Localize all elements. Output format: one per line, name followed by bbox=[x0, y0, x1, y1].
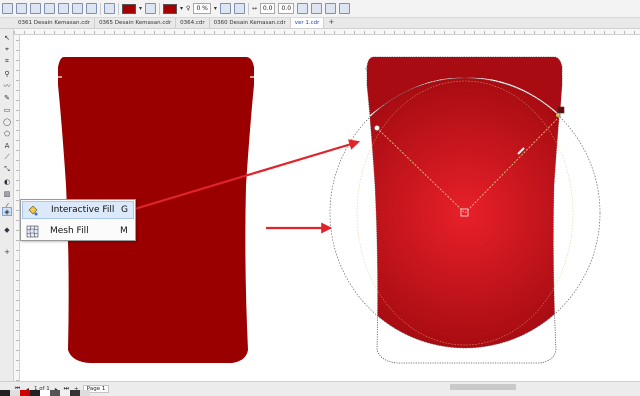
add-tab-button[interactable]: + bbox=[324, 18, 338, 28]
outline-width-field[interactable]: 0 % bbox=[193, 3, 211, 14]
interactive-fill-icon bbox=[25, 203, 41, 217]
pick-tool-icon[interactable]: ↖ bbox=[2, 33, 12, 42]
offset-arrow-icon: ↔ bbox=[251, 5, 257, 12]
linear-fill-icon[interactable] bbox=[16, 3, 27, 14]
fill-tool-flyout: Interactive Fill G Mesh Fill M bbox=[20, 199, 136, 241]
tab-document[interactable]: 0361 Desain Kemasan.cdr bbox=[14, 18, 96, 28]
y-offset-field[interactable]: 0.0 bbox=[278, 3, 295, 14]
tab-document[interactable]: 0364.cdr bbox=[176, 18, 210, 28]
texture-fill-icon[interactable] bbox=[86, 3, 97, 14]
flyout-item-interactive-fill[interactable]: Interactive Fill G bbox=[22, 201, 134, 219]
rectangle-tool-icon[interactable]: ▭ bbox=[2, 105, 12, 114]
gradient-end-handle[interactable] bbox=[557, 106, 565, 114]
flyout-item-shortcut: G bbox=[121, 205, 128, 215]
conical-fill-icon[interactable] bbox=[44, 3, 55, 14]
start-color-swatch[interactable] bbox=[122, 3, 136, 14]
gradient-color-node[interactable] bbox=[555, 112, 561, 118]
transparency-icon: ♀ bbox=[186, 5, 191, 12]
blend-tool-icon[interactable]: ◐ bbox=[2, 177, 12, 186]
property-bar: ▾ ▾ ♀ 0 % ▾ ↔ 0.0 0.0 bbox=[0, 0, 640, 18]
horizontal-scrollbar[interactable] bbox=[450, 384, 516, 390]
page-navigator: ⏮ ◂ 1 of 1 ▸ ⏭ + Page 1 bbox=[0, 381, 640, 396]
tab-document-active[interactable]: ver 1.cdr bbox=[290, 18, 325, 28]
flyout-item-label: Mesh Fill bbox=[50, 226, 89, 236]
radial-fill-icon[interactable] bbox=[30, 3, 41, 14]
shape-tool-icon[interactable]: ⌖ bbox=[2, 45, 12, 54]
add-tool-icon[interactable]: + bbox=[2, 247, 12, 256]
end-color-swatch[interactable] bbox=[163, 3, 178, 14]
square-fill-icon[interactable] bbox=[58, 3, 69, 14]
flyout-item-mesh-fill[interactable]: Mesh Fill M bbox=[22, 222, 134, 240]
separator bbox=[118, 2, 119, 15]
chevron-down-icon[interactable]: ▾ bbox=[180, 5, 183, 12]
interactive-fill-tool-icon[interactable]: ◈ bbox=[2, 207, 12, 216]
document-tabs: 0361 Desain Kemasan.cdr 0365 Desain Kema… bbox=[0, 18, 640, 29]
free-scale-icon[interactable] bbox=[297, 3, 309, 14]
text-tool-icon[interactable]: A bbox=[2, 141, 12, 150]
connector-tool-icon[interactable]: ⤡ bbox=[2, 165, 12, 174]
toolbox: ↖ ⌖ ⌗ ⚲ 〰 ✎ ▭ ◯ ⬠ A ⟋ ⤡ ◐ ▨ ⁄ ◈ ◆ + bbox=[0, 29, 14, 381]
zoom-tool-icon[interactable]: ⚲ bbox=[2, 69, 12, 78]
copy-fill-icon[interactable] bbox=[325, 3, 337, 14]
right-bag-shape[interactable] bbox=[367, 57, 562, 363]
separator bbox=[247, 2, 249, 15]
separator bbox=[100, 2, 101, 15]
edit-fill-icon[interactable] bbox=[339, 3, 351, 14]
reverse-icon[interactable] bbox=[233, 3, 245, 14]
mesh-fill-icon bbox=[24, 224, 40, 238]
separator bbox=[159, 2, 161, 15]
ellipse-tool-icon[interactable]: ◯ bbox=[2, 117, 12, 126]
chevron-down-icon[interactable]: ▾ bbox=[139, 5, 142, 12]
select-mode-icon[interactable] bbox=[2, 3, 13, 14]
tab-document[interactable]: 0365 Desain Kemasan.cdr bbox=[95, 18, 177, 28]
chevron-down-icon[interactable]: ▾ bbox=[214, 5, 217, 12]
coreldraw-window: ▾ ▾ ♀ 0 % ▾ ↔ 0.0 0.0 0361 Desain Kemasa… bbox=[0, 0, 640, 396]
crop-tool-icon[interactable]: ⌗ bbox=[2, 57, 12, 66]
freehand-tool-icon[interactable]: 〰 bbox=[2, 81, 12, 90]
right-bag-gradient-group bbox=[367, 57, 562, 363]
x-offset-field[interactable]: 0.0 bbox=[259, 3, 276, 14]
parallel-dimension-icon[interactable]: ⟋ bbox=[2, 153, 12, 162]
artistic-media-icon[interactable]: ✎ bbox=[2, 93, 12, 102]
transparency-tool-icon[interactable]: ▨ bbox=[2, 189, 12, 198]
tab-document[interactable]: 0360 Desain Kemasan.cdr bbox=[210, 18, 291, 28]
fill-options-icon[interactable] bbox=[104, 3, 115, 14]
pattern-fill-icon[interactable] bbox=[72, 3, 83, 14]
polygon-tool-icon[interactable]: ⬠ bbox=[2, 129, 12, 138]
flyout-item-label: Interactive Fill bbox=[51, 205, 115, 215]
smart-fill-tool-icon[interactable]: ◆ bbox=[2, 225, 12, 234]
flyout-item-shortcut: M bbox=[120, 226, 128, 236]
gradient-angle-handle[interactable] bbox=[374, 125, 380, 131]
color-node-icon[interactable] bbox=[145, 3, 157, 14]
smoothing-icon[interactable] bbox=[311, 3, 323, 14]
color-palette-strip[interactable] bbox=[0, 390, 90, 396]
guide-marker: + bbox=[364, 66, 369, 73]
mirror-icon[interactable] bbox=[219, 3, 231, 14]
